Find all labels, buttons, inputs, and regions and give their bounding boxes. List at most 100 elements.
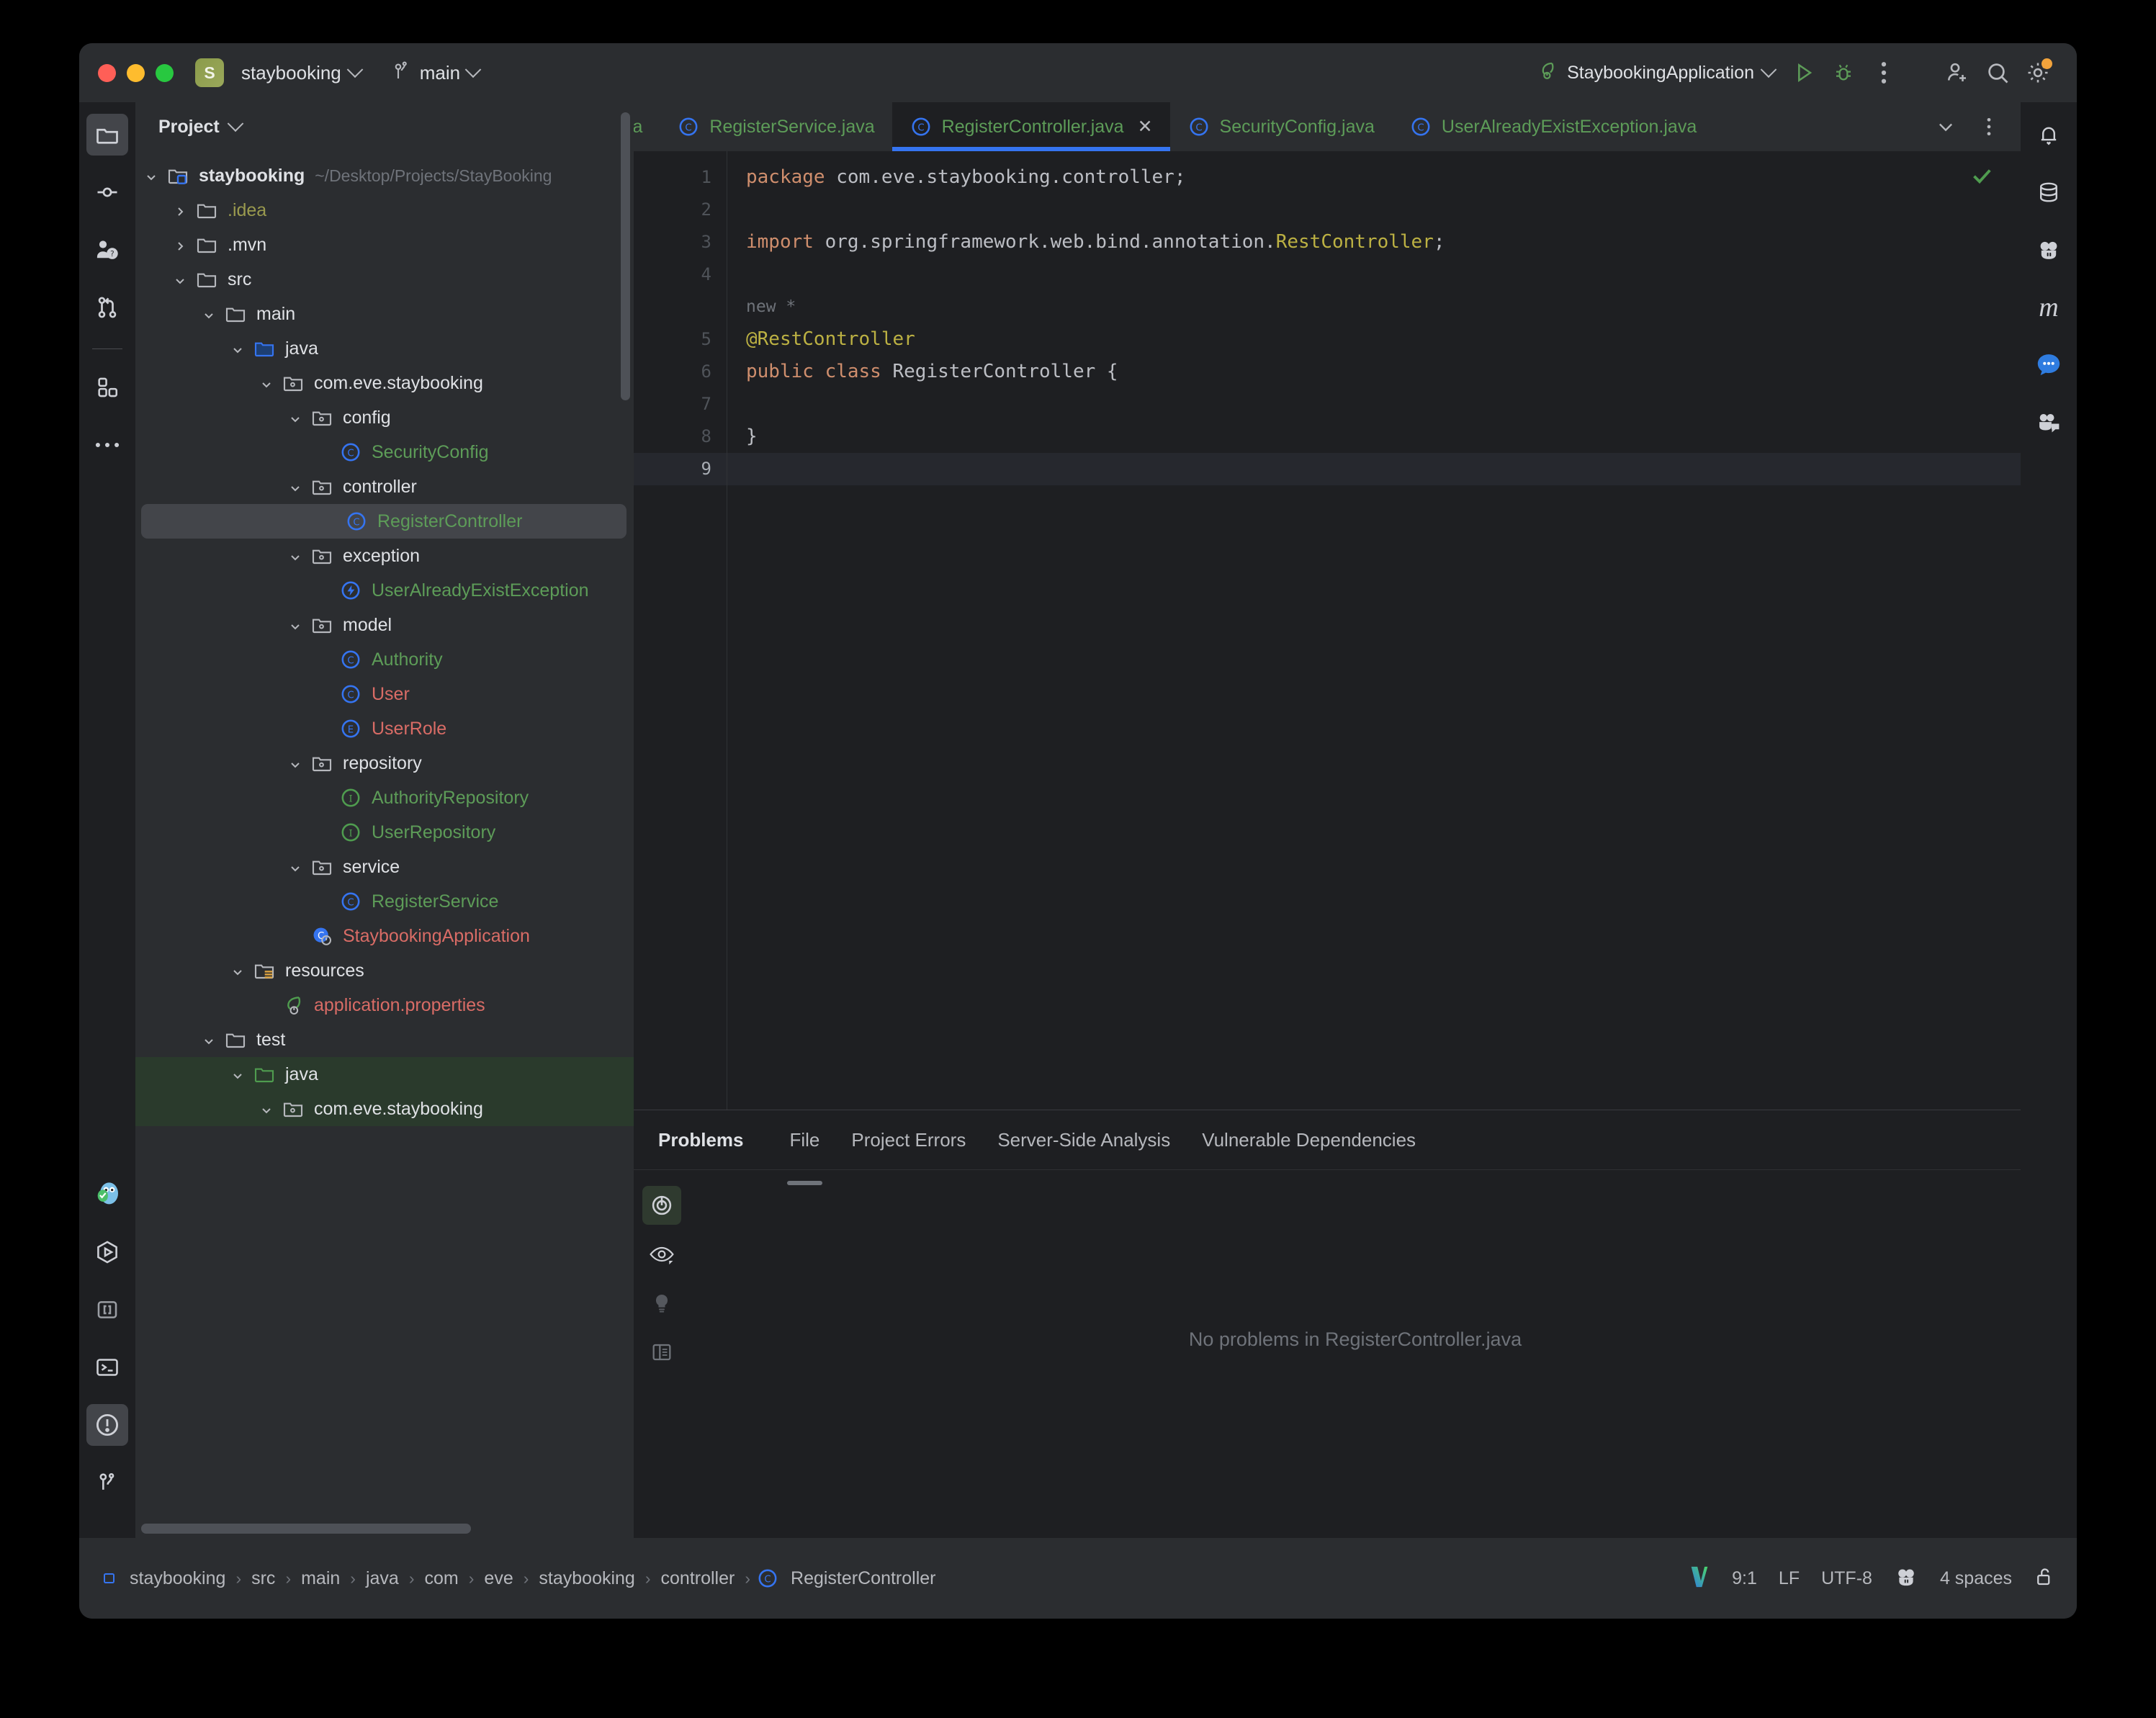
project-tree-horizontal-scrollbar[interactable] bbox=[135, 1524, 634, 1534]
chevron-down-icon[interactable] bbox=[259, 1102, 274, 1116]
tree-node[interactable]: CAuthority bbox=[135, 642, 634, 677]
notifications-button[interactable] bbox=[2028, 114, 2070, 156]
chevron-down-icon[interactable] bbox=[259, 376, 274, 390]
run-button[interactable] bbox=[1783, 53, 1823, 93]
tree-node-selected[interactable]: CRegisterController bbox=[141, 504, 626, 539]
tree-node[interactable]: controller bbox=[135, 469, 634, 504]
sidebar-item-project[interactable] bbox=[86, 114, 128, 156]
sidebar-item-plugins[interactable] bbox=[86, 366, 128, 408]
tree-node[interactable]: .idea bbox=[135, 193, 634, 228]
run-configuration-selector[interactable]: StaybookingApplication bbox=[1528, 55, 1783, 91]
breadcrumb-item[interactable]: RegisterController bbox=[786, 1568, 940, 1589]
chevron-down-icon[interactable] bbox=[288, 618, 302, 632]
tree-node[interactable]: IAuthorityRepository bbox=[135, 781, 634, 815]
code-line[interactable] bbox=[727, 453, 2021, 485]
breadcrumb-item[interactable]: main bbox=[297, 1568, 344, 1589]
tree-node[interactable]: CUser bbox=[135, 677, 634, 711]
chevron-down-icon[interactable] bbox=[230, 341, 245, 356]
chevron-down-icon[interactable] bbox=[288, 860, 302, 874]
tree-node[interactable]: CSecurityConfig bbox=[135, 435, 634, 469]
chevron-down-icon[interactable] bbox=[1926, 107, 1966, 147]
ai-assistant-chat-button[interactable] bbox=[2028, 402, 2070, 444]
project-panel-header[interactable]: Project bbox=[135, 102, 634, 151]
view-options-button[interactable] bbox=[642, 1235, 681, 1274]
sidebar-item-structure[interactable] bbox=[86, 1289, 128, 1331]
code-line[interactable]: package com.eve.staybooking.controller; bbox=[727, 161, 2021, 194]
chevron-down-icon[interactable] bbox=[288, 410, 302, 425]
project-selector[interactable]: staybooking bbox=[234, 58, 368, 89]
ai-chat-button[interactable] bbox=[2028, 344, 2070, 386]
code-line[interactable]: import org.springframework.web.bind.anno… bbox=[727, 226, 2021, 258]
more-vertical-icon[interactable] bbox=[1969, 107, 2009, 147]
chevron-down-icon[interactable] bbox=[173, 272, 187, 287]
editor-tab[interactable]: CRegisterService.java bbox=[660, 102, 891, 151]
chevron-down-icon[interactable] bbox=[288, 549, 302, 563]
code-line[interactable] bbox=[727, 258, 2021, 291]
sidebar-item-ai-assistant[interactable]: ? bbox=[86, 229, 128, 271]
inspect-code-button[interactable] bbox=[642, 1186, 681, 1225]
indent-setting[interactable]: 4 spaces bbox=[1940, 1568, 2012, 1589]
editor-tab-clipped[interactable]: va bbox=[634, 102, 660, 151]
sidebar-item-pull-requests[interactable] bbox=[86, 287, 128, 328]
chevron-down-icon[interactable] bbox=[230, 963, 245, 978]
chevron-right-icon[interactable] bbox=[173, 203, 187, 217]
line-separator[interactable]: LF bbox=[1779, 1568, 1800, 1589]
chevron-down-icon[interactable] bbox=[288, 480, 302, 494]
breadcrumb-item[interactable]: staybooking bbox=[534, 1568, 639, 1589]
line-number[interactable]: 5 bbox=[634, 323, 727, 356]
line-number-gutter[interactable]: 123456789 bbox=[634, 151, 727, 1110]
sidebar-item-terminal[interactable] bbox=[86, 1346, 128, 1388]
tree-node[interactable]: java bbox=[135, 331, 634, 366]
editor-tab[interactable]: CSecurityConfig.java bbox=[1170, 102, 1392, 151]
tree-node[interactable]: com.eve.staybooking bbox=[135, 366, 634, 400]
tree-node[interactable]: config bbox=[135, 400, 634, 435]
chevron-down-icon[interactable] bbox=[202, 307, 216, 321]
line-number[interactable]: 9 bbox=[634, 453, 727, 485]
close-tab-button[interactable]: ✕ bbox=[1138, 116, 1153, 138]
sidebar-item-commit[interactable] bbox=[86, 171, 128, 213]
database-button[interactable] bbox=[2028, 171, 2070, 213]
vim-v-icon[interactable] bbox=[1689, 1565, 1710, 1593]
line-number[interactable]: 8 bbox=[634, 420, 727, 453]
tree-node[interactable]: EUserRole bbox=[135, 711, 634, 746]
line-number[interactable]: 3 bbox=[634, 226, 727, 258]
sidebar-item-run[interactable] bbox=[86, 1231, 128, 1273]
code-line[interactable]: @RestController bbox=[727, 323, 2021, 356]
code-line[interactable]: } bbox=[727, 420, 2021, 453]
unlocked-padlock-icon[interactable] bbox=[2034, 1565, 2055, 1593]
tree-node[interactable]: service bbox=[135, 850, 634, 884]
line-number[interactable]: 2 bbox=[634, 194, 727, 226]
tree-node[interactable]: staybooking~/Desktop/Projects/StayBookin… bbox=[135, 158, 634, 193]
line-number[interactable]: 6 bbox=[634, 356, 727, 388]
chipmunk-icon[interactable] bbox=[1894, 1565, 1918, 1593]
caret-position[interactable]: 9:1 bbox=[1732, 1568, 1757, 1589]
tree-node[interactable]: main bbox=[135, 297, 634, 331]
project-tree-vertical-scrollbar[interactable] bbox=[621, 112, 630, 400]
tree-node[interactable]: test bbox=[135, 1022, 634, 1057]
sidebar-item-problems[interactable] bbox=[86, 1404, 128, 1446]
tree-node[interactable]: IUserRepository bbox=[135, 815, 634, 850]
code-content[interactable]: package com.eve.staybooking.controller; i… bbox=[727, 151, 2021, 1110]
tree-node[interactable]: exception bbox=[135, 539, 634, 573]
minimize-window-button[interactable] bbox=[127, 64, 145, 82]
tree-node[interactable]: CRegisterService bbox=[135, 884, 634, 919]
editor-tab-strip[interactable]: vaCRegisterService.javaCRegisterControll… bbox=[634, 102, 2021, 151]
debug-button[interactable] bbox=[1823, 53, 1864, 93]
tree-node[interactable]: CStaybookingApplication bbox=[135, 919, 634, 953]
tree-node[interactable]: model bbox=[135, 608, 634, 642]
maven-button[interactable]: m bbox=[2028, 287, 2070, 328]
project-tree[interactable]: staybooking~/Desktop/Projects/StayBookin… bbox=[135, 151, 634, 1538]
chevron-down-icon[interactable] bbox=[227, 115, 243, 132]
chevron-down-icon[interactable] bbox=[230, 1067, 245, 1081]
add-user-button[interactable] bbox=[1937, 53, 1977, 93]
editor-tab[interactable]: CUserAlreadyExistException.java bbox=[1392, 102, 1714, 151]
qodana-button[interactable] bbox=[2028, 229, 2070, 271]
tree-node[interactable]: src bbox=[135, 262, 634, 297]
search-button[interactable] bbox=[1977, 53, 2018, 93]
chevron-right-icon[interactable] bbox=[173, 238, 187, 252]
file-encoding[interactable]: UTF-8 bbox=[1821, 1568, 1872, 1589]
chevron-down-icon[interactable] bbox=[202, 1033, 216, 1047]
settings-button[interactable] bbox=[2018, 53, 2058, 93]
close-window-button[interactable] bbox=[98, 64, 116, 82]
breadcrumb-item[interactable]: eve bbox=[480, 1568, 517, 1589]
